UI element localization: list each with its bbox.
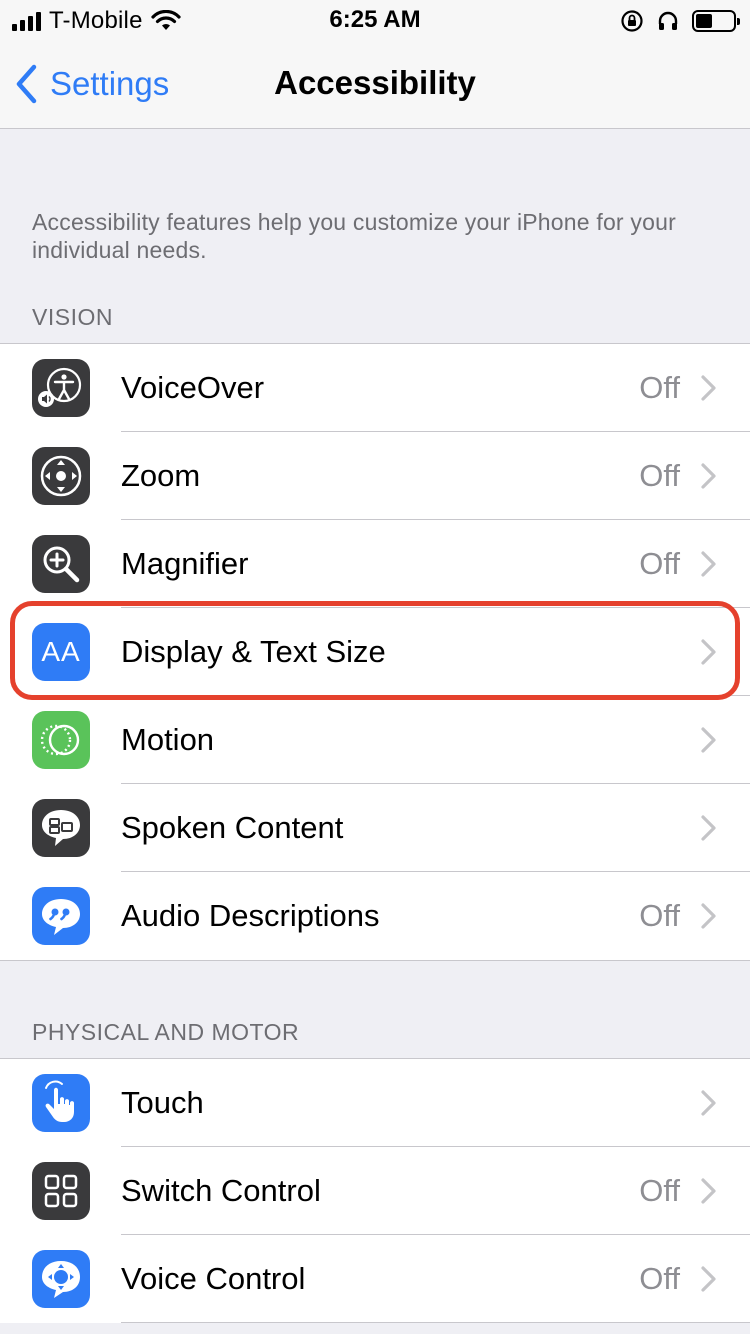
row-voice-control[interactable]: Voice Control Off: [0, 1235, 750, 1323]
row-value: Off: [639, 898, 680, 933]
row-motion[interactable]: Motion: [0, 696, 750, 784]
row-label: Spoken Content: [121, 810, 344, 845]
chevron-right-icon: [701, 1178, 716, 1204]
row-separator: [121, 1322, 750, 1323]
spoken-content-icon: [32, 799, 90, 857]
row-audio-descriptions[interactable]: Audio Descriptions Off: [0, 872, 750, 960]
screen: T-Mobile 6:25 AM Settings Accessibility …: [0, 0, 750, 1334]
row-label: VoiceOver: [121, 370, 265, 405]
row-value: Off: [639, 370, 680, 405]
row-value: Off: [639, 1261, 680, 1296]
row-label: Audio Descriptions: [121, 898, 380, 933]
row-label: Switch Control: [121, 1173, 321, 1208]
row-touch[interactable]: Touch: [0, 1059, 750, 1147]
chevron-right-icon: [701, 375, 716, 401]
battery-icon: [692, 10, 740, 32]
row-switch-control[interactable]: Switch Control Off: [0, 1147, 750, 1235]
row-voiceover[interactable]: VoiceOver Off: [0, 344, 750, 432]
highlight-outline: [10, 601, 740, 700]
row-label: Motion: [121, 722, 215, 757]
magnifier-icon: [32, 535, 90, 593]
touch-icon: [32, 1074, 90, 1132]
motion-icon: [32, 711, 90, 769]
status-bar: T-Mobile 6:25 AM: [0, 0, 750, 42]
row-value: Off: [639, 458, 680, 493]
chevron-right-icon: [701, 551, 716, 577]
zoom-icon: [32, 447, 90, 505]
row-label: Zoom: [121, 458, 201, 493]
navigation-bar: Settings Accessibility: [0, 42, 750, 129]
chevron-right-icon: [701, 903, 716, 929]
row-magnifier[interactable]: Magnifier Off: [0, 520, 750, 608]
chevron-right-icon: [701, 1090, 716, 1116]
row-value: Off: [639, 546, 680, 581]
row-value: Off: [639, 1173, 680, 1208]
row-spoken-content[interactable]: Spoken Content: [0, 784, 750, 872]
chevron-right-icon: [701, 727, 716, 753]
section-header-vision: VISION: [32, 304, 113, 330]
physical-motor-group: Touch Switch Control Off Voice Control O…: [0, 1058, 750, 1323]
row-zoom[interactable]: Zoom Off: [0, 432, 750, 520]
page-title: Accessibility: [274, 64, 476, 101]
row-label: Magnifier: [121, 546, 249, 581]
section-header-physical-motor: PHYSICAL AND MOTOR: [32, 1019, 300, 1045]
switch-control-icon: [32, 1162, 90, 1220]
rotation-lock-icon: [621, 10, 643, 32]
chevron-right-icon: [701, 463, 716, 489]
row-label: Voice Control: [121, 1261, 306, 1296]
status-right: [620, 8, 740, 34]
audio-descriptions-icon: [32, 887, 90, 945]
chevron-right-icon: [701, 1266, 716, 1292]
intro-text: Accessibility features help you customiz…: [32, 209, 676, 263]
headphones-icon: [658, 11, 678, 30]
voiceover-icon: [32, 359, 90, 417]
voice-control-icon: [32, 1250, 90, 1308]
chevron-right-icon: [701, 815, 716, 841]
row-label: Touch: [121, 1085, 204, 1120]
